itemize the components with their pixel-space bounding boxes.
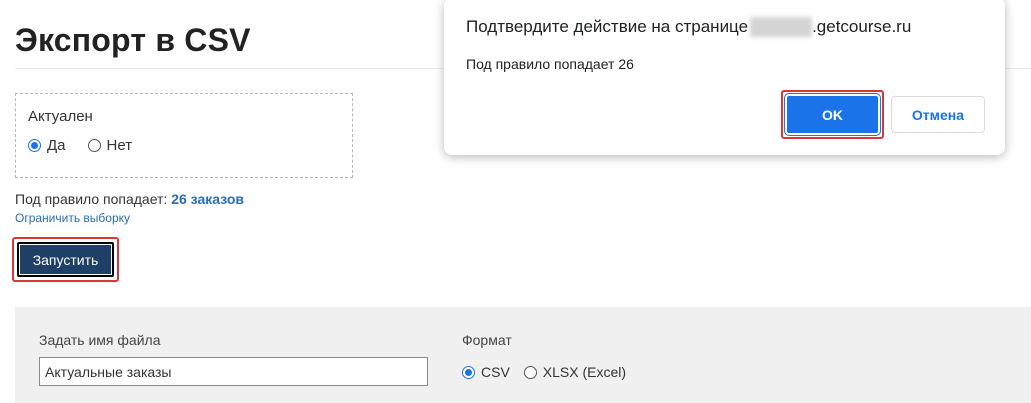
run-button[interactable]: Запустить bbox=[17, 242, 114, 277]
format-option-csv[interactable]: CSV bbox=[462, 364, 510, 380]
matches-summary: Под правило попадает: 26 заказов bbox=[15, 191, 244, 207]
confirm-dialog: Подтвердите действие на странице .getcou… bbox=[444, 0, 1005, 155]
format-xlsx-label: XLSX (Excel) bbox=[542, 364, 627, 380]
filename-label: Задать имя файла bbox=[39, 332, 161, 348]
dialog-title-prefix: Подтвердите действие на странице bbox=[466, 17, 749, 36]
radio-yes-icon[interactable] bbox=[28, 139, 41, 152]
limit-selection-link[interactable]: Ограничить выборку bbox=[15, 211, 130, 225]
radio-csv-icon[interactable] bbox=[462, 365, 475, 379]
radio-option-no[interactable]: Нет bbox=[87, 137, 133, 154]
export-settings-panel: Задать имя файла Формат CSV XLSX (Excel) bbox=[15, 307, 1031, 403]
dialog-title: Подтвердите действие на странице .getcou… bbox=[466, 17, 911, 37]
radio-no-icon[interactable] bbox=[87, 139, 101, 152]
filter-box: Актуален Да Нет bbox=[15, 93, 353, 178]
radio-no-label: Нет bbox=[106, 137, 133, 154]
matches-prefix: Под правило попадает: bbox=[15, 191, 168, 207]
filename-input[interactable] bbox=[39, 357, 428, 386]
format-label: Формат bbox=[462, 332, 512, 348]
dialog-title-suffix: .getcourse.ru bbox=[812, 17, 912, 36]
matches-count-link[interactable]: 26 заказов bbox=[171, 191, 244, 207]
radio-option-yes[interactable]: Да bbox=[28, 137, 66, 154]
format-radio-group: CSV XLSX (Excel) bbox=[462, 364, 640, 380]
blurred-domain bbox=[750, 17, 813, 37]
cancel-button[interactable]: Отмена bbox=[891, 96, 985, 133]
radio-xlsx-icon[interactable] bbox=[523, 365, 537, 379]
page-title: Экспорт в CSV bbox=[15, 22, 251, 58]
format-csv-label: CSV bbox=[481, 364, 510, 380]
radio-yes-label: Да bbox=[47, 137, 66, 154]
filter-label: Актуален bbox=[28, 108, 93, 125]
ok-button[interactable]: OK bbox=[785, 94, 880, 135]
format-option-xlsx[interactable]: XLSX (Excel) bbox=[523, 364, 627, 380]
actual-radio-group: Да Нет bbox=[28, 137, 154, 154]
dialog-message: Под правило попадает 26 bbox=[466, 56, 634, 72]
